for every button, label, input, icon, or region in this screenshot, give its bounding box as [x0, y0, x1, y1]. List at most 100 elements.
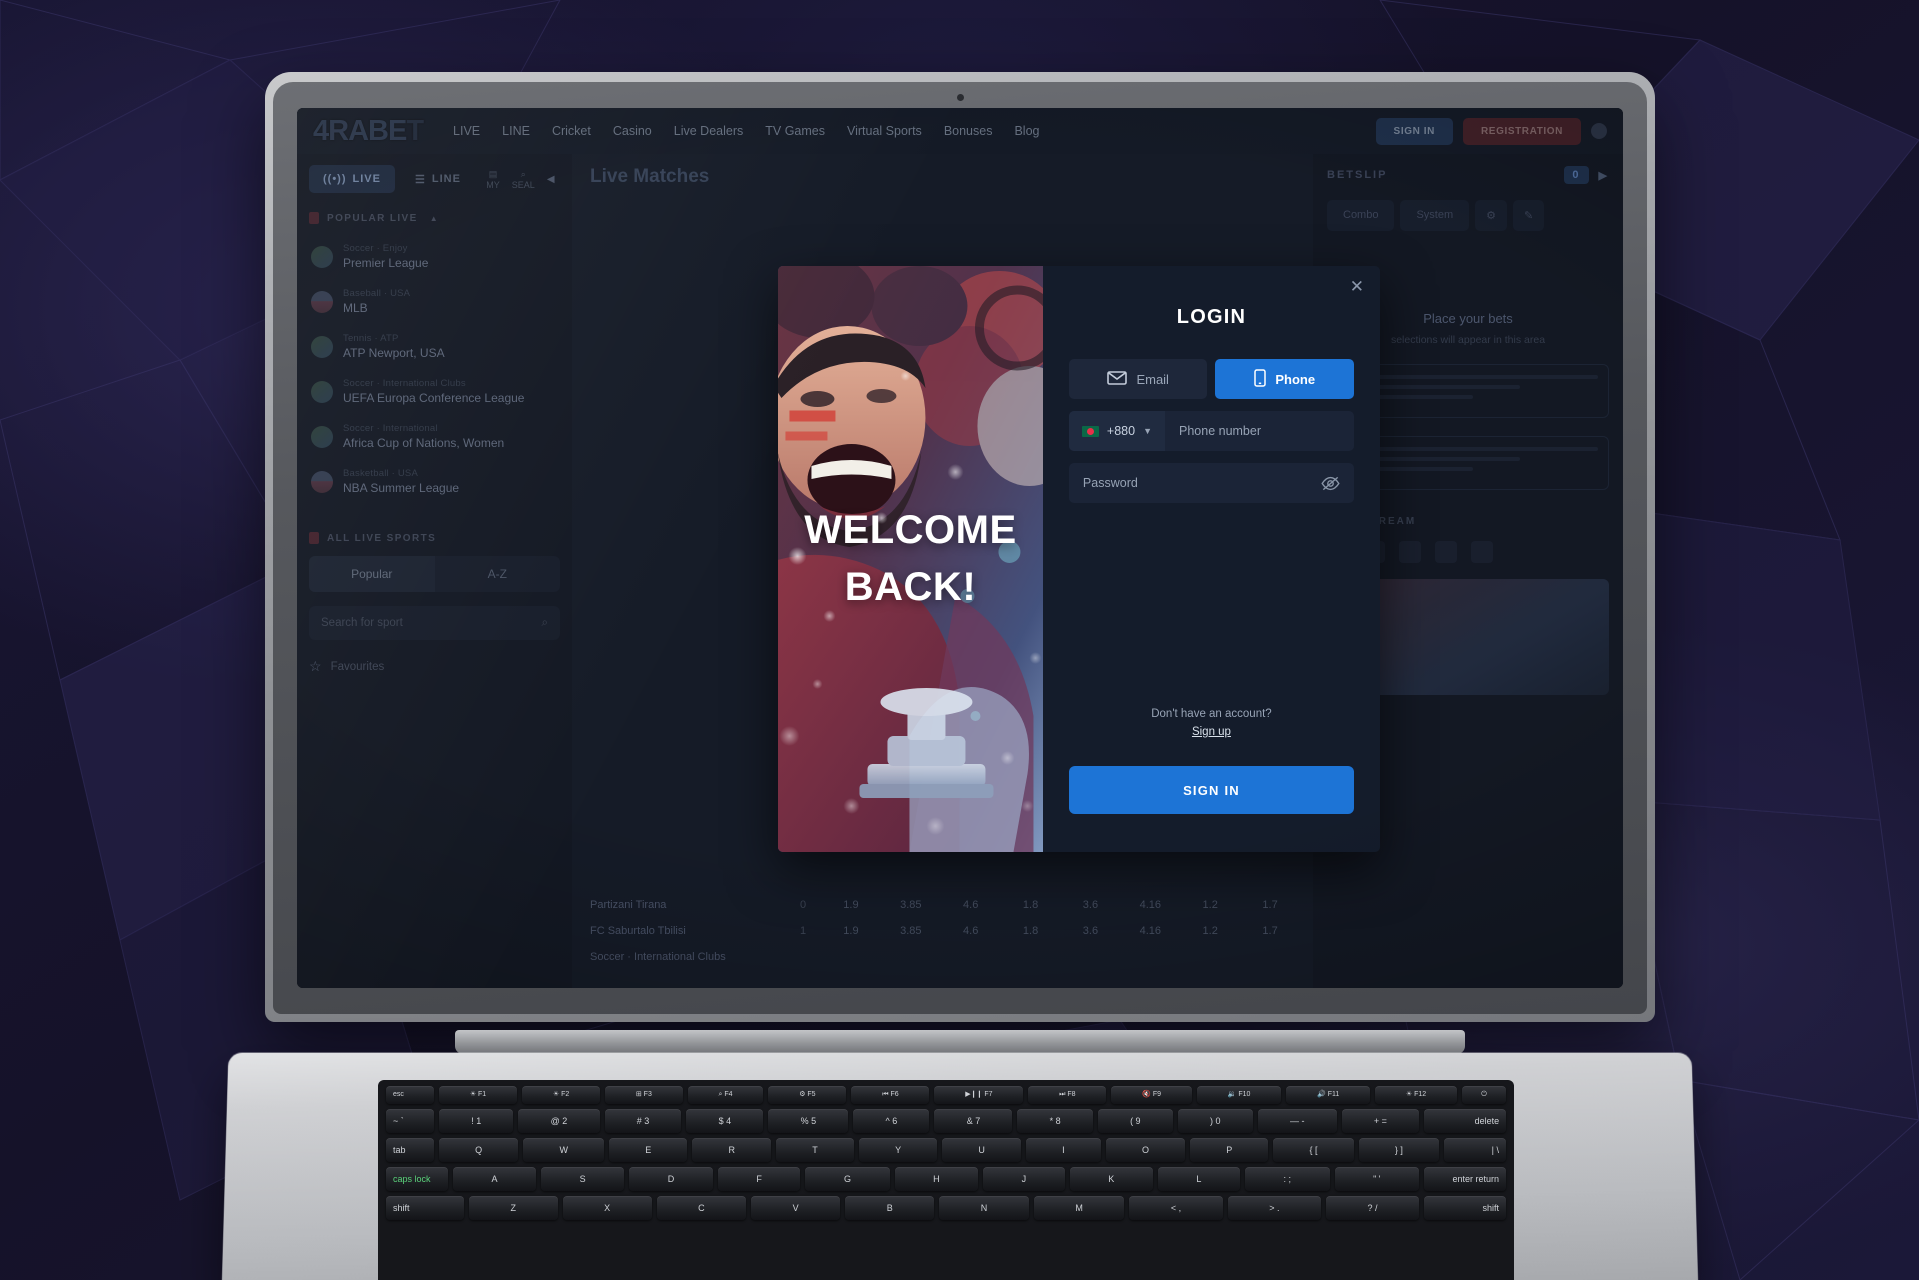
odd-cell[interactable]: 1.9	[826, 925, 876, 937]
favourites-item[interactable]: ☆ Favourites	[309, 658, 560, 675]
key-v[interactable]: V	[751, 1196, 841, 1220]
key-4[interactable]: $ 4	[686, 1109, 764, 1133]
key-[interactable]: + =	[1341, 1109, 1420, 1133]
betslip-collapse-icon[interactable]: ▶	[1599, 169, 1609, 182]
sidebar-league-item[interactable]: Soccer · International Clubs UEFA Europa…	[309, 369, 560, 414]
key-f9[interactable]: 🔇 F9	[1111, 1086, 1192, 1104]
basketball-icon[interactable]	[1399, 541, 1421, 563]
key-2[interactable]: @ 2	[518, 1109, 600, 1133]
odd-cell[interactable]: 1.8	[1006, 925, 1056, 937]
sign-in-button[interactable]: SIGN IN	[1068, 766, 1354, 814]
key-f2[interactable]: ☀ F2	[522, 1086, 601, 1104]
sidebar-league-item[interactable]: Baseball · USA MLB	[309, 279, 560, 324]
key-delete[interactable]: delete	[1424, 1109, 1507, 1133]
odd-cell[interactable]: 1.7	[1245, 925, 1295, 937]
odd-cell[interactable]: 4.16	[1125, 925, 1175, 937]
close-icon[interactable]: ✕	[1350, 278, 1364, 295]
sidebar-league-item[interactable]: Soccer · Enjoy Premier League	[309, 234, 560, 279]
table-row[interactable]: FC Saburtalo Tbilisi 1 1.9 3.85 4.6 1.8 …	[590, 918, 1295, 944]
key-w[interactable]: W	[523, 1138, 605, 1162]
key-x[interactable]: X	[562, 1196, 652, 1220]
odd-cell[interactable]: 4.16	[1125, 899, 1175, 911]
key-5[interactable]: % 5	[768, 1109, 849, 1133]
sidebar-league-item[interactable]: Tennis · ATP ATP Newport, USA	[309, 324, 560, 369]
key-f5[interactable]: ⚙ F5	[768, 1086, 847, 1104]
key-8[interactable]: * 8	[1017, 1109, 1093, 1133]
key-[interactable]: < ,	[1129, 1196, 1223, 1220]
key-7[interactable]: & 7	[934, 1109, 1013, 1133]
betslip-tab-combo[interactable]: Combo	[1327, 200, 1395, 231]
key-u[interactable]: U	[942, 1138, 1022, 1162]
key-h[interactable]: H	[894, 1167, 979, 1191]
key-e[interactable]: E	[609, 1138, 688, 1162]
key-b[interactable]: B	[845, 1196, 935, 1220]
key-f12[interactable]: ☀ F12	[1375, 1086, 1458, 1104]
cricket-icon[interactable]	[1471, 541, 1493, 563]
odd-cell[interactable]: 1.2	[1185, 899, 1235, 911]
key-shift[interactable]: shift	[386, 1196, 464, 1220]
key-f[interactable]: F	[717, 1167, 801, 1191]
nav-item-virtual-sports[interactable]: Virtual Sports	[847, 124, 922, 138]
key-6[interactable]: ^ 6	[853, 1109, 930, 1133]
sidebar-league-item[interactable]: Basketball · USA NBA Summer League	[309, 459, 560, 504]
sidebar-collapse-button[interactable]: ◀	[541, 166, 560, 192]
key-i[interactable]: I	[1026, 1138, 1101, 1162]
key-[interactable]: " '	[1334, 1167, 1420, 1191]
nav-item-cricket[interactable]: Cricket	[552, 124, 591, 138]
password-input[interactable]	[1068, 476, 1307, 490]
sidebar-tab-live[interactable]: ((•)) LIVE	[309, 165, 395, 193]
key-f4[interactable]: ⌕ F4	[687, 1086, 764, 1104]
key-f8[interactable]: ⏭ F8	[1028, 1086, 1107, 1104]
odd-cell[interactable]: 1.2	[1185, 925, 1235, 937]
odd-cell[interactable]: 3.85	[886, 925, 936, 937]
table-row[interactable]: Partizani Tirana 0 1.9 3.85 4.6 1.8 3.6 …	[590, 892, 1295, 918]
nav-item-casino[interactable]: Casino	[613, 124, 652, 138]
key-j[interactable]: J	[983, 1167, 1065, 1191]
key-[interactable]: ⏻	[1462, 1086, 1507, 1104]
odd-cell[interactable]: 3.6	[1066, 925, 1116, 937]
header-sign-in-button[interactable]: SIGN IN	[1375, 117, 1453, 145]
chevron-up-icon[interactable]: ▲	[430, 214, 439, 223]
nav-item-bonuses[interactable]: Bonuses	[944, 124, 993, 138]
key-[interactable]: > .	[1227, 1196, 1321, 1220]
key-z[interactable]: Z	[469, 1196, 558, 1220]
phone-field[interactable]: +880 ▼	[1068, 411, 1354, 451]
key-[interactable]: ? /	[1326, 1196, 1420, 1220]
key-p[interactable]: P	[1190, 1138, 1269, 1162]
tab-email[interactable]: Email	[1068, 359, 1208, 399]
nav-item-line[interactable]: LINE	[502, 124, 530, 138]
site-logo[interactable]: 4RABET	[313, 115, 424, 148]
nav-item-tv-games[interactable]: TV Games	[765, 124, 825, 138]
password-field[interactable]	[1068, 463, 1354, 503]
key-tab[interactable]: tab	[386, 1138, 434, 1162]
key-[interactable]: ~ `	[386, 1109, 434, 1133]
odd-cell[interactable]: 3.6	[1066, 899, 1116, 911]
sidebar-tab-line[interactable]: ☰ LINE	[401, 165, 475, 194]
key-[interactable]: { [	[1273, 1138, 1354, 1162]
nav-item-live[interactable]: LIVE	[453, 124, 480, 138]
my-bets-icon[interactable]: ▤ MY	[481, 164, 505, 194]
key-t[interactable]: T	[776, 1138, 854, 1162]
betslip-settings-icon[interactable]: ⚙	[1475, 200, 1508, 231]
key-f7[interactable]: ▶❙❙ F7	[934, 1086, 1024, 1104]
key-f3[interactable]: ⊞ F3	[605, 1086, 683, 1104]
odd-cell[interactable]: 1.9	[826, 899, 876, 911]
eye-off-icon[interactable]	[1307, 476, 1354, 491]
key-n[interactable]: N	[939, 1196, 1029, 1220]
key-3[interactable]: # 3	[604, 1109, 682, 1133]
key-q[interactable]: Q	[439, 1138, 519, 1162]
sport-search-input[interactable]: Search for sport ⌕	[309, 606, 560, 640]
nav-item-blog[interactable]: Blog	[1014, 124, 1039, 138]
key-k[interactable]: K	[1069, 1167, 1153, 1191]
key-a[interactable]: A	[453, 1167, 537, 1191]
key-d[interactable]: D	[629, 1167, 713, 1191]
key-m[interactable]: M	[1033, 1196, 1125, 1220]
betslip-tab-system[interactable]: System	[1400, 200, 1470, 231]
tab-phone[interactable]: Phone	[1215, 359, 1355, 399]
betslip-edit-icon[interactable]: ✎	[1513, 200, 1545, 231]
key-[interactable]: — -	[1257, 1109, 1337, 1133]
sidebar-league-item[interactable]: Soccer · International Africa Cup of Nat…	[309, 414, 560, 459]
key-o[interactable]: O	[1105, 1138, 1186, 1162]
key-esc[interactable]: esc	[386, 1086, 434, 1104]
key-enter-return[interactable]: enter return	[1424, 1167, 1507, 1191]
